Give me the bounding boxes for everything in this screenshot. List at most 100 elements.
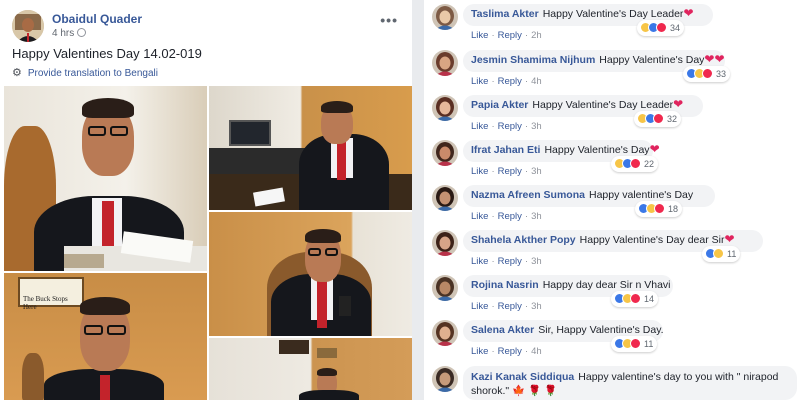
- separator-dot: ·: [524, 166, 529, 177]
- love-reaction-icon: [653, 113, 664, 124]
- commenter-name[interactable]: Salena Akter: [471, 324, 534, 336]
- comment-item: Taslima Akter Happy Valentine's Day Leade…: [424, 2, 803, 47]
- rose-emoji-icon: 🍁 🌹 🌹: [509, 385, 558, 397]
- commenter-name[interactable]: Kazi Kanak Siddiqua: [471, 371, 574, 383]
- reaction-count: 34: [670, 23, 681, 33]
- separator-dot: ·: [491, 121, 495, 132]
- like-link[interactable]: Like: [471, 346, 488, 357]
- gear-icon: ⚙: [12, 67, 22, 79]
- heart-emoji-icon: ❤: [704, 52, 715, 66]
- comment-actions: Like · Reply · 3h: [471, 211, 542, 222]
- post-header: Obaidul Quader 4 hrs •••: [12, 10, 400, 42]
- like-link[interactable]: Like: [471, 30, 488, 41]
- like-link[interactable]: Like: [471, 256, 488, 267]
- commenter-avatar[interactable]: [432, 50, 458, 76]
- reaction-count: 33: [716, 69, 727, 79]
- reply-link[interactable]: Reply: [498, 30, 522, 41]
- comment-bubble: Kazi Kanak Siddiqua Happy valentine's day…: [463, 366, 797, 400]
- reaction-summary[interactable]: 32: [634, 111, 682, 127]
- separator-dot: ·: [524, 121, 529, 132]
- separator-dot: ·: [524, 211, 529, 222]
- separator-dot: ·: [524, 256, 529, 267]
- reaction-summary[interactable]: 11: [702, 246, 741, 262]
- post-timestamp[interactable]: 4 hrs: [52, 28, 87, 39]
- commenter-avatar[interactable]: [432, 140, 458, 166]
- photo-the-buck-stops-here[interactable]: The Buck Stops Here: [4, 273, 207, 400]
- comment-time[interactable]: 4h: [531, 346, 542, 357]
- heart-emoji-icon: ❤: [714, 52, 725, 66]
- like-link[interactable]: Like: [471, 301, 488, 312]
- commenter-avatar[interactable]: [432, 230, 458, 256]
- reaction-count: 32: [667, 114, 678, 124]
- commenter-avatar[interactable]: [432, 275, 458, 301]
- reaction-summary[interactable]: 11: [611, 336, 658, 352]
- translate-label[interactable]: Provide translation to Bengali: [28, 68, 158, 79]
- author-avatar[interactable]: [12, 10, 44, 42]
- commenter-avatar[interactable]: [432, 366, 458, 392]
- reaction-summary[interactable]: 22: [611, 156, 659, 172]
- reply-link[interactable]: Reply: [498, 301, 522, 312]
- comment-item: Rojina Nasrin Happy day dear Sir n Vhavi L…: [424, 273, 803, 318]
- comment-text: Happy Valentine's Day Leader: [542, 8, 684, 20]
- separator-dot: ·: [491, 256, 495, 267]
- reaction-count: 18: [668, 204, 679, 214]
- commenter-name[interactable]: Papia Akter: [471, 99, 528, 111]
- love-reaction-icon: [630, 338, 641, 349]
- comment-actions: Like · Reply · 3h: [471, 256, 542, 267]
- reply-link[interactable]: Reply: [498, 256, 522, 267]
- post-text: Happy Valentines Day 14.02-019: [12, 46, 202, 61]
- comment-text: Happy day dear Sir n Vhavi: [542, 279, 671, 291]
- love-reaction-icon: [702, 68, 713, 79]
- author-name[interactable]: Obaidul Quader: [52, 12, 142, 26]
- comment-actions: Like · Reply · 4h: [471, 76, 542, 87]
- heart-emoji-icon: ❤: [649, 142, 660, 156]
- comment-item: Nazma Afreen Sumona Happy valentine's Day…: [424, 183, 803, 228]
- commenter-name[interactable]: Jesmin Shamima Nijhum: [471, 54, 595, 66]
- commenter-avatar[interactable]: [432, 95, 458, 121]
- more-dots-icon[interactable]: •••: [380, 12, 398, 28]
- comment-text: Happy Valentine's Day: [544, 144, 650, 156]
- like-link[interactable]: Like: [471, 76, 488, 87]
- reaction-summary[interactable]: 14: [611, 291, 659, 307]
- post-time[interactable]: 4 hrs: [52, 28, 74, 39]
- commenter-name[interactable]: Taslima Akter: [471, 8, 539, 20]
- like-link[interactable]: Like: [471, 166, 488, 177]
- like-link[interactable]: Like: [471, 121, 488, 132]
- commenter-name[interactable]: Ifrat Jahan Eti: [471, 144, 540, 156]
- reaction-summary[interactable]: 33: [683, 66, 731, 82]
- photo-office-phone[interactable]: [209, 212, 412, 336]
- comment-time[interactable]: 3h: [531, 166, 542, 177]
- photo-desk-phone[interactable]: [209, 86, 412, 210]
- comment-time[interactable]: 4h: [531, 76, 542, 87]
- comment-time[interactable]: 3h: [531, 211, 542, 222]
- comment-item: Salena Akter Sir, Happy Valentine's Day. L…: [424, 318, 803, 363]
- reply-link[interactable]: Reply: [498, 76, 522, 87]
- photo-portrait[interactable]: [209, 338, 412, 400]
- reply-link[interactable]: Reply: [498, 211, 522, 222]
- buck-stops-sign: The Buck Stops Here: [18, 277, 84, 311]
- reaction-summary[interactable]: 18: [635, 201, 683, 217]
- photo-signing-document[interactable]: [4, 86, 207, 271]
- comment-time[interactable]: 2h: [531, 30, 542, 41]
- commenter-name[interactable]: Nazma Afreen Sumona: [471, 189, 585, 201]
- translate-link[interactable]: ⚙ Provide translation to Bengali: [12, 66, 158, 79]
- separator-dot: ·: [491, 166, 495, 177]
- commenter-name[interactable]: Shahela Akther Popy: [471, 234, 576, 246]
- reply-link[interactable]: Reply: [498, 121, 522, 132]
- comment-time[interactable]: 3h: [531, 256, 542, 267]
- reply-link[interactable]: Reply: [498, 166, 522, 177]
- commenter-name[interactable]: Rojina Nasrin: [471, 279, 539, 291]
- comment-actions: Like · Reply · 3h: [471, 166, 542, 177]
- comment-time[interactable]: 3h: [531, 121, 542, 132]
- separator-dot: ·: [524, 301, 529, 312]
- commenter-avatar[interactable]: [432, 320, 458, 346]
- love-reaction-icon: [630, 158, 641, 169]
- comment-text: Happy valentine's Day: [588, 189, 694, 201]
- reply-link[interactable]: Reply: [498, 346, 522, 357]
- commenter-avatar[interactable]: [432, 4, 458, 30]
- like-link[interactable]: Like: [471, 211, 488, 222]
- commenter-avatar[interactable]: [432, 185, 458, 211]
- reaction-summary[interactable]: 34: [637, 20, 685, 36]
- comment-time[interactable]: 3h: [531, 301, 542, 312]
- love-reaction-icon: [654, 203, 665, 214]
